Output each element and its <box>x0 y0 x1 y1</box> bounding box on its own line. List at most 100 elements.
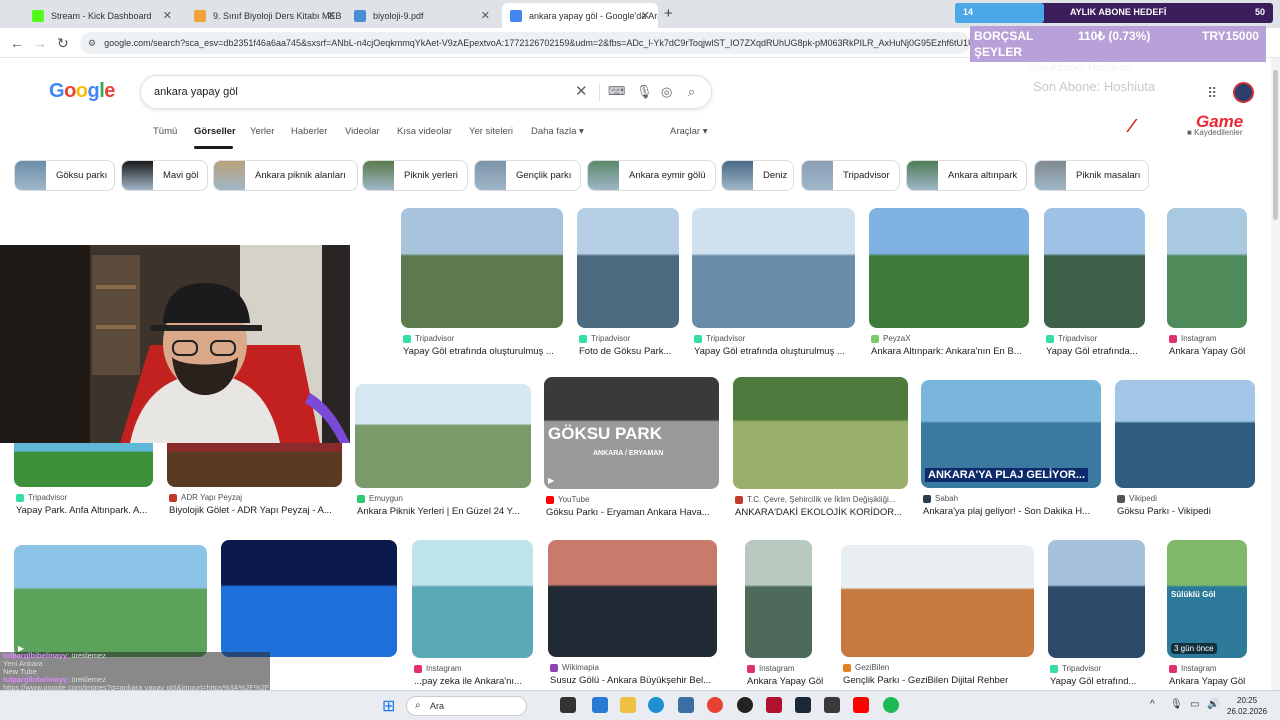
microphone-icon[interactable]: 🎙 <box>636 84 653 100</box>
app-icon[interactable] <box>678 697 694 713</box>
spotify-icon[interactable] <box>883 697 899 713</box>
tab-more[interactable]: Daha fazla ▾ <box>531 126 584 137</box>
result-source[interactable]: Sabah <box>923 494 958 503</box>
image-result[interactable]: Tripadvisor Foto de Göksu Park... <box>577 208 679 360</box>
image-result[interactable]: Instagram Ankara Yapay Göl <box>1167 208 1247 360</box>
result-thumbnail[interactable] <box>692 208 855 328</box>
close-icon[interactable]: ✕ <box>163 9 172 22</box>
youtube-icon[interactable] <box>853 697 869 713</box>
result-title[interactable]: ANKARA'DAKİ EKOLOJİK KORİDOR... <box>735 507 902 518</box>
result-source[interactable]: Instagram <box>1169 664 1217 673</box>
result-thumbnail[interactable] <box>1048 540 1145 658</box>
image-result[interactable]: Instagram Ankara Yapay Göl <box>745 540 823 690</box>
chip-7[interactable]: Deniz <box>721 160 794 191</box>
result-source[interactable]: Instagram <box>747 664 795 673</box>
result-thumbnail[interactable] <box>401 208 563 328</box>
result-title[interactable]: Ankara Altınpark: Ankara'nın En B... <box>871 346 1022 357</box>
result-title[interactable]: Biyolojik Gölet - ADR Yapı Peyzaj - A... <box>169 505 332 516</box>
result-thumbnail[interactable] <box>221 540 397 657</box>
reload-icon[interactable]: ↻ <box>57 35 69 52</box>
result-thumbnail[interactable]: GÖKSU PARK ANKARA / ERYAMAN ▶ <box>544 377 719 489</box>
result-source[interactable]: GeziBilen <box>843 663 889 672</box>
result-title[interactable]: Ankara Piknik Yerleri | En Güzel 24 Y... <box>357 506 520 517</box>
file-explorer-icon[interactable] <box>620 697 636 713</box>
search-icon[interactable]: ⌕ <box>688 84 695 100</box>
close-icon[interactable]: ✕ <box>641 9 650 22</box>
result-thumbnail[interactable] <box>548 540 717 657</box>
tab-places[interactable]: Yerler <box>250 126 274 137</box>
result-thumbnail[interactable] <box>577 208 679 328</box>
url-field[interactable]: ⚙ google.com/search?sca_esv=db2351f46a6a… <box>80 32 970 54</box>
result-source[interactable]: Instagram <box>1169 334 1217 343</box>
image-result[interactable]: Tripadvisor Yapay Göl etrafınd... <box>1048 540 1145 690</box>
result-source[interactable]: ADR Yapı Peyzaj <box>169 493 242 502</box>
result-thumbnail[interactable] <box>1167 208 1247 328</box>
result-title[interactable]: Ankara Yapay Göl <box>747 676 823 687</box>
search-input[interactable] <box>154 86 574 98</box>
result-title[interactable]: Göksu Parkı - Vikipedi <box>1117 506 1211 517</box>
result-thumbnail[interactable]: ▶ <box>14 545 207 657</box>
result-title[interactable]: Göksu Parkı - Eryaman Ankara Hava... <box>546 507 710 518</box>
image-result[interactable]: Vikipedi Göksu Parkı - Vikipedi <box>1115 380 1255 520</box>
result-thumbnail[interactable] <box>1044 208 1145 328</box>
result-title[interactable]: Yapay Göl etrafında oluşturulmuş ... <box>694 346 845 357</box>
chip-2[interactable]: Mavi göl <box>121 160 208 191</box>
tab-all[interactable]: Tümü <box>153 126 177 137</box>
taskbar-search[interactable]: ⌕ Ara <box>406 696 527 716</box>
image-result[interactable]: PeyzaX Ankara Altınpark: Ankara'nın En B.… <box>869 208 1029 360</box>
result-thumbnail[interactable]: ANKARA'YA PLAJ GELİYOR... <box>921 380 1101 488</box>
result-thumbnail[interactable] <box>355 384 531 488</box>
tab-biyoloji-pdf[interactable]: biyoloji-9.pdf ✕ <box>346 3 498 28</box>
result-thumbnail[interactable]: Sülüklü Göl 3 gün önce <box>1167 540 1247 658</box>
result-source[interactable]: Tripadvisor <box>1050 664 1101 673</box>
image-result[interactable]: T.C. Çevre, Şehircilik ve İklim Değişikl… <box>733 377 908 521</box>
result-title[interactable]: ...pay zeka ile Ankara'nı... <box>414 676 522 687</box>
volume-icon[interactable]: 🔊 <box>1207 699 1219 710</box>
result-source[interactable]: Tripadvisor <box>694 334 745 343</box>
result-source[interactable]: T.C. Çevre, Şehircilik ve İklim Değişikl… <box>735 495 895 504</box>
forward-icon[interactable]: → <box>33 35 47 51</box>
site-info-icon[interactable]: ⚙ <box>88 38 96 49</box>
clock[interactable]: 20:25 26.02.2026 <box>1227 695 1267 717</box>
result-title[interactable]: Foto de Göksu Park... <box>579 346 671 357</box>
image-result[interactable]: Tripadvisor Yapay Göl etrafında oluşturul… <box>401 208 563 360</box>
close-icon[interactable]: ✕ <box>327 9 336 22</box>
page-scrollbar[interactable] <box>1271 58 1280 690</box>
result-title[interactable]: Susuz Gölü - Ankara Büyükşehir Bel... <box>550 675 711 686</box>
edge-icon[interactable] <box>648 697 664 713</box>
result-source[interactable]: Tripadvisor <box>1046 334 1097 343</box>
result-title[interactable]: Yapay Göl etrafında oluşturulmuş ... <box>403 346 554 357</box>
steam-icon[interactable] <box>795 697 811 713</box>
result-title[interactable]: Yapay Park. Anfa Altınpark. A... <box>16 505 147 516</box>
tab-google-search[interactable]: ankara yapay göl - Google'da Ara ✕ <box>502 3 658 28</box>
network-icon[interactable]: ▭ <box>1190 699 1199 710</box>
result-title[interactable]: Yapay Göl etrafında... <box>1046 346 1138 357</box>
result-thumbnail[interactable] <box>412 540 533 658</box>
result-title[interactable]: Ankara Yapay Göl <box>1169 676 1245 687</box>
lens-icon[interactable]: ◎ <box>661 84 672 100</box>
scroll-thumb[interactable] <box>1273 70 1278 220</box>
tools-button[interactable]: Araçlar ▾ <box>670 126 708 137</box>
image-result[interactable]: Tripadvisor Yapay Göl etrafında oluşturul… <box>692 208 855 360</box>
image-result[interactable]: Sülüklü Göl 3 gün önce Instagram Ankara Yap… <box>1167 540 1247 690</box>
chip-8[interactable]: Tripadvisor <box>801 160 900 191</box>
google-logo[interactable]: Google <box>49 80 115 103</box>
result-source[interactable]: Instagram <box>414 664 462 673</box>
image-result[interactable]: GeziBilen Gençlik Parkı - GeziBilen Dijit… <box>841 545 1034 689</box>
chip-6[interactable]: Ankara eymir gölü <box>587 160 716 191</box>
result-source[interactable]: YouTube <box>546 495 589 504</box>
result-source[interactable]: Vikipedi <box>1117 494 1157 503</box>
chip-1[interactable]: Göksu parkı <box>14 160 115 191</box>
capcut-icon[interactable] <box>766 697 782 713</box>
tab-images[interactable]: Görseller <box>194 126 236 137</box>
image-result[interactable]: Tripadvisor Yapay Göl etrafında... <box>1044 208 1145 360</box>
image-result[interactable]: Wikimapia Susuz Gölü - Ankara Büyükşehir … <box>548 540 717 689</box>
result-thumbnail[interactable] <box>1115 380 1255 488</box>
result-title[interactable]: Yapay Göl etrafınd... <box>1050 676 1136 687</box>
mic-tray-icon[interactable]: 🎙 <box>1170 699 1183 710</box>
tray-chevron-icon[interactable]: ^ <box>1150 699 1155 710</box>
result-thumbnail[interactable] <box>841 545 1034 657</box>
result-title[interactable]: Ankara Yapay Göl <box>1169 346 1245 357</box>
image-result[interactable]: ANKARA'YA PLAJ GELİYOR... Sabah Ankara'ya … <box>921 380 1101 520</box>
tab-short-videos[interactable]: Kısa videolar <box>397 126 452 137</box>
